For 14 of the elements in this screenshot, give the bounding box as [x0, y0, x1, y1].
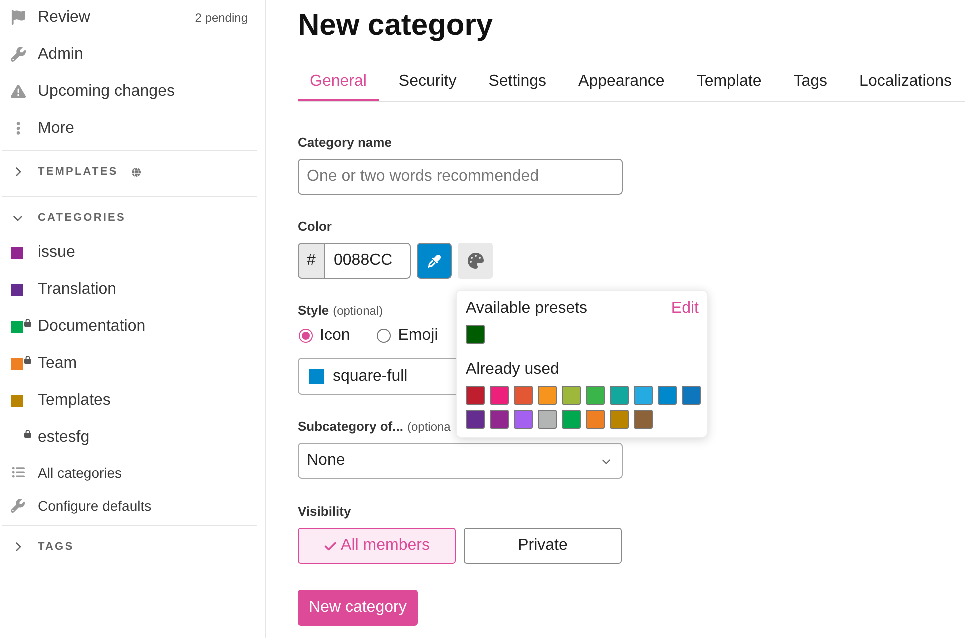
presets-heading: Available presets — [466, 299, 588, 319]
hex-prefix: # — [298, 243, 324, 279]
used-heading: Already used — [466, 360, 560, 380]
pending-count: 2 pending — [195, 10, 248, 24]
field-label: Color — [298, 218, 332, 236]
field-label: Subcategory of... — [298, 418, 404, 436]
field-label: Style — [298, 302, 330, 320]
optional-note: (optional) — [333, 304, 384, 318]
page-title: New category — [298, 8, 494, 44]
field-label: Category name — [298, 134, 392, 152]
radio-label: Emoji — [398, 327, 438, 345]
radio-label: Icon — [320, 327, 350, 345]
field-label: Visibility — [298, 503, 352, 521]
optional-note: (optiona — [407, 420, 451, 434]
